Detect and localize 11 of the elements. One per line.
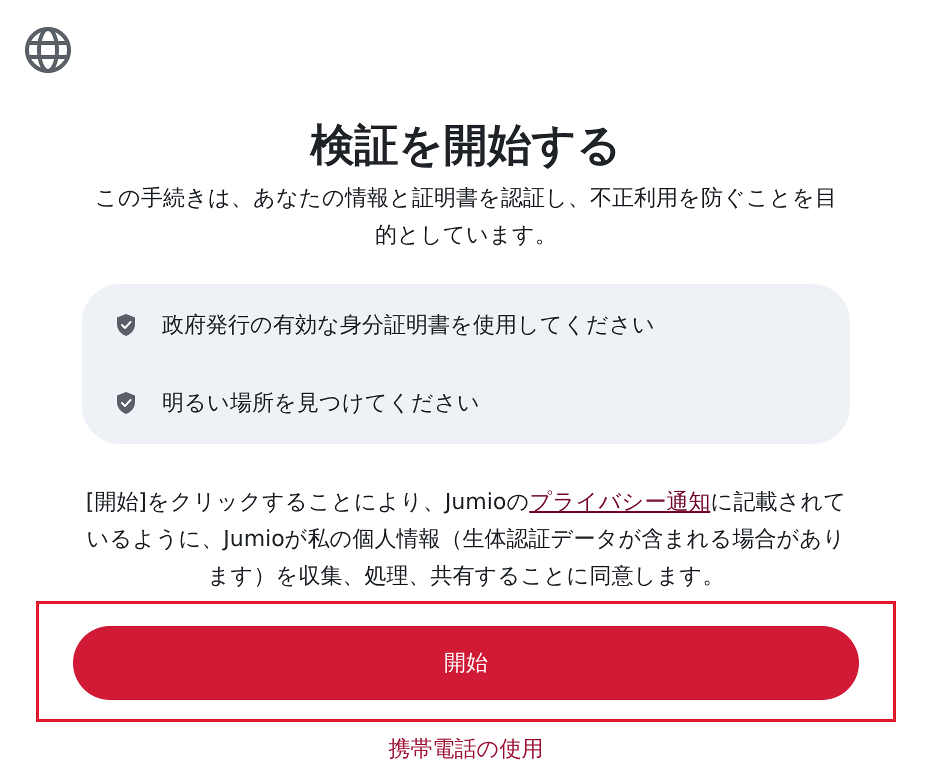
- shield-check-icon: [116, 314, 136, 336]
- page-title: 検証を開始する: [310, 119, 622, 173]
- mobile-link[interactable]: 携帯電話の使用: [388, 734, 544, 764]
- checklist-text: 政府発行の有効な身分証明書を使用してください: [162, 312, 655, 340]
- start-button[interactable]: 開始: [73, 626, 859, 700]
- checklist-text: 明るい場所を見つけてください: [162, 390, 480, 418]
- privacy-notice-link[interactable]: プライバシー通知: [529, 490, 710, 515]
- globe-icon[interactable]: [24, 26, 72, 74]
- consent-text: [開始]をクリックすることにより、Jumioのプライバシー通知に記載されているように、Jumioが私の個人情報（生体認証データが含まれる場合があります）を収集、処理、共有することに同意します。: [84, 489, 848, 591]
- description-text: この手続きは、あなたの情報と証明書を認証し、不正利用を防ぐことを目的としています。: [94, 185, 838, 250]
- shield-check-icon: [116, 392, 136, 414]
